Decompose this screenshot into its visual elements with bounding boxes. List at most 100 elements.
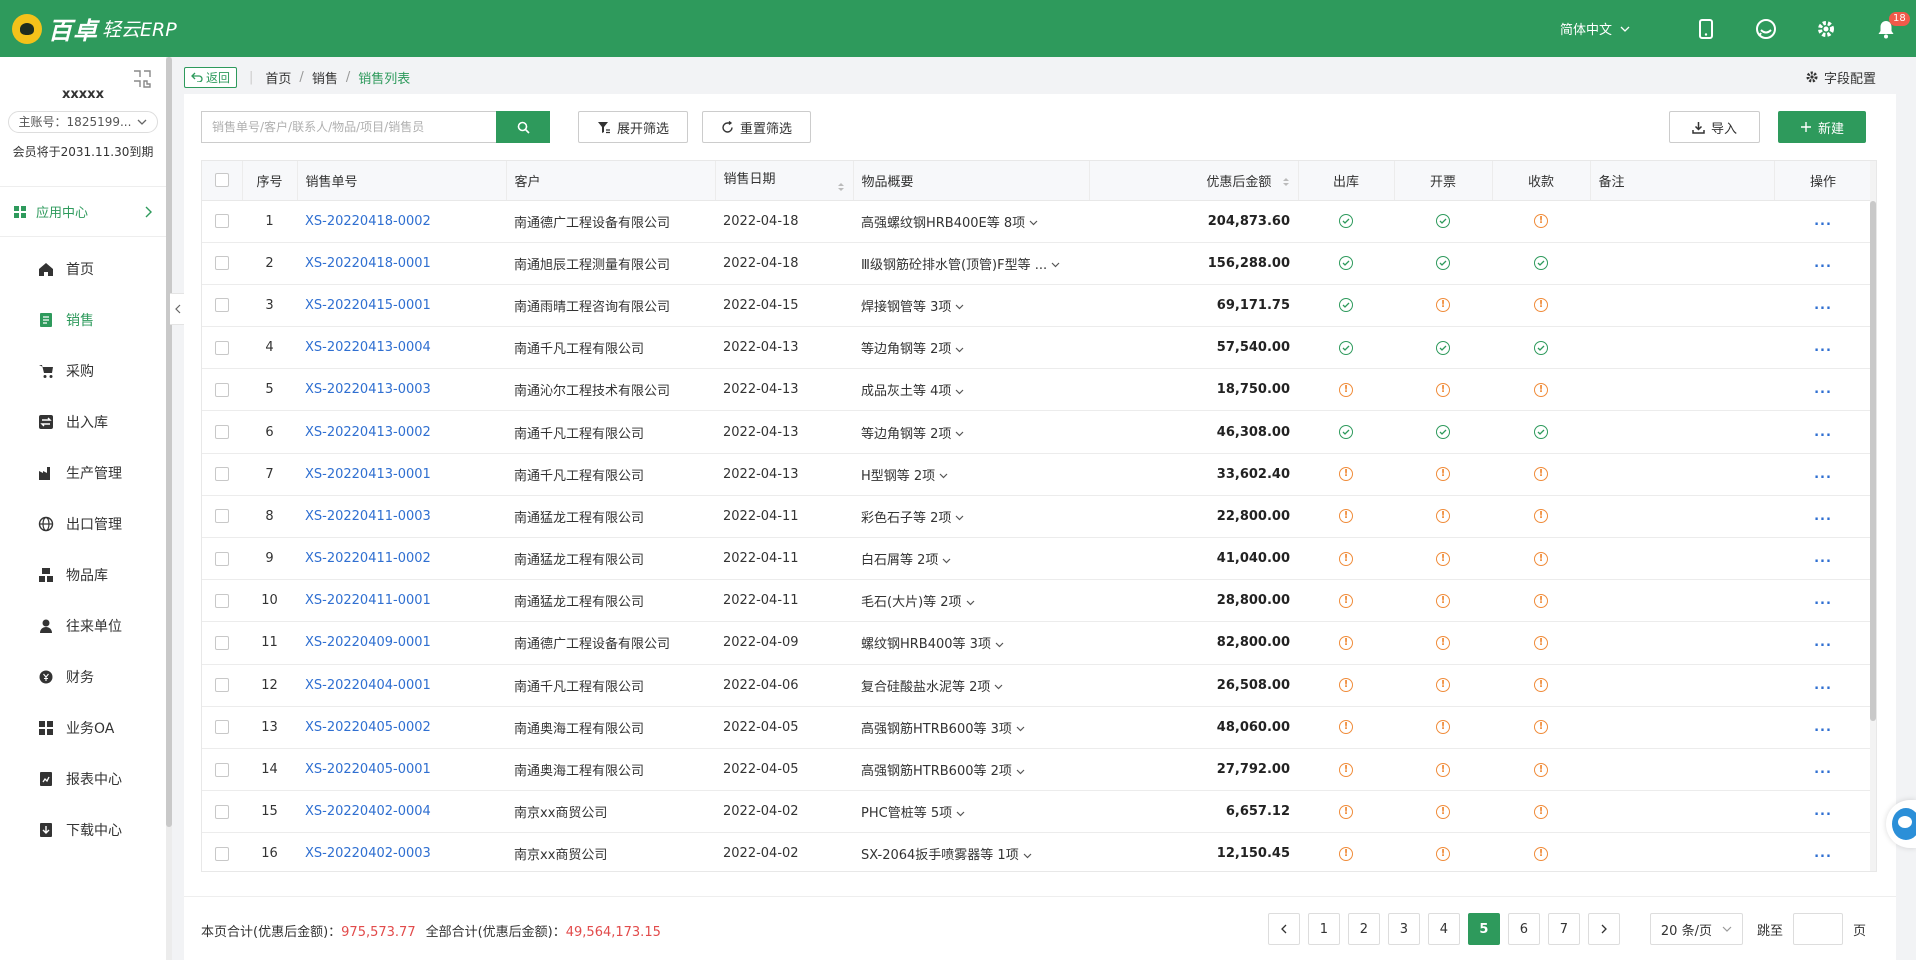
- more-actions-button[interactable]: ...: [1814, 214, 1832, 229]
- field-config-button[interactable]: 字段配置: [1805, 68, 1876, 87]
- sidebar-scroll-thumb[interactable]: [166, 57, 172, 827]
- search-button[interactable]: [496, 111, 550, 143]
- col-amount[interactable]: 优惠后金额: [1089, 161, 1299, 201]
- row-checkbox-cell[interactable]: [202, 706, 242, 749]
- sidebar-item-inventory[interactable]: 出入库: [0, 396, 166, 447]
- brand-logo[interactable]: 百卓 轻云ERP: [12, 11, 177, 46]
- chevron-down-icon[interactable]: [994, 684, 1003, 690]
- table-scroll-thumb[interactable]: [1870, 201, 1876, 721]
- row-checkbox[interactable]: [215, 635, 229, 650]
- more-actions-button[interactable]: ...: [1814, 846, 1832, 861]
- row-checkbox[interactable]: [215, 298, 229, 313]
- row-checkbox[interactable]: [215, 593, 229, 608]
- select-all-checkbox[interactable]: [214, 173, 229, 188]
- sidebar-item-partners[interactable]: 往来单位: [0, 600, 166, 651]
- settings-button[interactable]: [1796, 0, 1856, 57]
- row-checkbox-cell[interactable]: [202, 326, 242, 370]
- breadcrumb-sales[interactable]: 销售: [312, 68, 338, 87]
- chevron-down-icon[interactable]: [1016, 769, 1025, 775]
- row-checkbox[interactable]: [215, 846, 229, 861]
- row-checkbox-cell[interactable]: [202, 790, 242, 834]
- search-input[interactable]: [201, 111, 496, 143]
- page-number-button[interactable]: 1: [1307, 913, 1340, 945]
- chevron-down-icon[interactable]: [956, 811, 965, 817]
- row-checkbox-cell[interactable]: [202, 664, 242, 707]
- row-checkbox[interactable]: [215, 762, 229, 777]
- sidebar-item-home[interactable]: 首页: [0, 243, 166, 294]
- chevron-down-icon[interactable]: [939, 473, 948, 479]
- table-row[interactable]: 14 XS-20220405-0001 南通奥海工程有限公司 2022-04-05 高强…: [202, 748, 1872, 792]
- chevron-down-icon[interactable]: [1023, 853, 1032, 859]
- row-checkbox-cell[interactable]: [202, 579, 242, 623]
- row-checkbox-cell[interactable]: [202, 284, 242, 328]
- chevron-down-icon[interactable]: [1016, 726, 1025, 732]
- more-actions-button[interactable]: ...: [1814, 678, 1832, 693]
- reset-filter-button[interactable]: 重置筛选: [702, 111, 812, 143]
- sidebar-item-items[interactable]: 物品库: [0, 549, 166, 600]
- row-checkbox-cell[interactable]: [202, 200, 242, 243]
- more-actions-button[interactable]: ...: [1814, 762, 1832, 777]
- order-no-link[interactable]: XS-20220402-0003: [305, 846, 431, 861]
- more-actions-button[interactable]: ...: [1814, 551, 1832, 566]
- more-actions-button[interactable]: ...: [1814, 509, 1832, 524]
- row-checkbox[interactable]: [215, 678, 229, 693]
- more-actions-button[interactable]: ...: [1814, 425, 1832, 440]
- order-no-link[interactable]: XS-20220413-0003: [305, 382, 431, 397]
- row-checkbox[interactable]: [215, 256, 229, 271]
- mobile-button[interactable]: [1676, 0, 1736, 57]
- table-row[interactable]: 16 XS-20220402-0003 南京xx商贸公司 2022-04-02 SX-2…: [202, 832, 1872, 871]
- order-no-link[interactable]: XS-20220402-0004: [305, 804, 431, 819]
- chevron-down-icon[interactable]: [1029, 220, 1038, 226]
- chevron-down-icon[interactable]: [995, 642, 1004, 648]
- row-checkbox[interactable]: [215, 214, 229, 229]
- table-row[interactable]: 5 XS-20220413-0003 南通沁尔工程技术有限公司 2022-04-13 成…: [202, 368, 1872, 412]
- table-row[interactable]: 10 XS-20220411-0001 南通猛龙工程有限公司 2022-04-11 毛石…: [202, 579, 1872, 623]
- table-row[interactable]: 11 XS-20220409-0001 南通德广工程设备有限公司 2022-04-09…: [202, 621, 1872, 665]
- prev-page-button[interactable]: [1267, 913, 1300, 945]
- chevron-down-icon[interactable]: [955, 389, 964, 395]
- row-checkbox-cell[interactable]: [202, 242, 242, 285]
- sidebar-item-oa[interactable]: 业务OA: [0, 702, 166, 753]
- app-center-link[interactable]: 应用中心: [0, 187, 166, 237]
- sidebar-item-purchase[interactable]: 采购: [0, 345, 166, 396]
- more-actions-button[interactable]: ...: [1814, 256, 1832, 271]
- order-no-link[interactable]: XS-20220418-0001: [305, 256, 431, 271]
- language-selector[interactable]: 简体中文: [1560, 19, 1630, 38]
- table-row[interactable]: 13 XS-20220405-0002 南通奥海工程有限公司 2022-04-05 高强…: [202, 706, 1872, 749]
- select-all-checkbox-cell[interactable]: [202, 161, 243, 201]
- sidebar-item-reports[interactable]: 报表中心: [0, 753, 166, 804]
- order-no-link[interactable]: XS-20220405-0002: [305, 720, 431, 735]
- row-checkbox-cell[interactable]: [202, 368, 242, 412]
- more-actions-button[interactable]: ...: [1814, 382, 1832, 397]
- chevron-down-icon[interactable]: [955, 304, 964, 310]
- row-checkbox-cell[interactable]: [202, 537, 242, 581]
- more-actions-button[interactable]: ...: [1814, 720, 1832, 735]
- order-no-link[interactable]: XS-20220411-0001: [305, 593, 431, 608]
- order-no-link[interactable]: XS-20220413-0002: [305, 425, 431, 440]
- qr-code-icon[interactable]: [132, 69, 152, 89]
- table-row[interactable]: 9 XS-20220411-0002 南通猛龙工程有限公司 2022-04-11 白石屑…: [202, 537, 1872, 581]
- page-number-button[interactable]: 5: [1467, 913, 1500, 945]
- sidebar-item-downloads[interactable]: 下载中心: [0, 804, 166, 855]
- col-date[interactable]: 销售日期: [715, 161, 854, 201]
- table-scrollbar[interactable]: [1870, 161, 1876, 871]
- order-no-link[interactable]: XS-20220411-0003: [305, 509, 431, 524]
- row-checkbox[interactable]: [215, 720, 229, 735]
- chevron-down-icon[interactable]: [942, 558, 951, 564]
- table-row[interactable]: 12 XS-20220404-0001 南通千凡工程有限公司 2022-04-06 复合…: [202, 664, 1872, 707]
- breadcrumb-home[interactable]: 首页: [265, 68, 291, 87]
- sort-icon[interactable]: [837, 181, 845, 193]
- table-row[interactable]: 6 XS-20220413-0002 南通千凡工程有限公司 2022-04-13 等边角…: [202, 410, 1872, 454]
- order-no-link[interactable]: XS-20220415-0001: [305, 298, 431, 313]
- goto-page-input[interactable]: [1792, 913, 1843, 945]
- order-no-link[interactable]: XS-20220413-0001: [305, 467, 431, 482]
- more-actions-button[interactable]: ...: [1814, 804, 1832, 819]
- order-no-link[interactable]: XS-20220409-0001: [305, 635, 431, 650]
- row-checkbox[interactable]: [215, 425, 229, 440]
- chevron-down-icon[interactable]: [955, 515, 964, 521]
- back-button[interactable]: 返回: [184, 66, 238, 88]
- expand-filter-button[interactable]: 展开筛选: [578, 111, 689, 143]
- table-row[interactable]: 15 XS-20220402-0004 南京xx商贸公司 2022-04-02 PHC管…: [202, 790, 1872, 834]
- order-no-link[interactable]: XS-20220405-0001: [305, 762, 431, 777]
- page-number-button[interactable]: 6: [1507, 913, 1540, 945]
